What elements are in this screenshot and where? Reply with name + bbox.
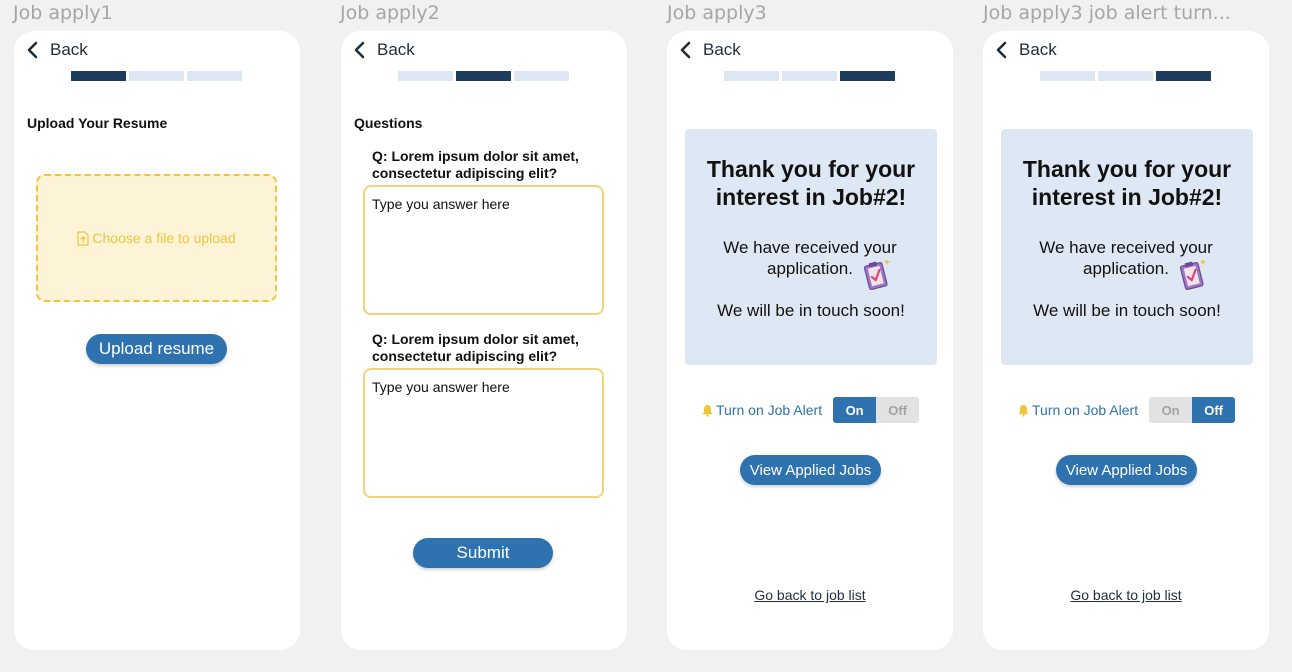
chevron-left-icon	[354, 41, 365, 59]
thank-you-title: Thank you for your interest in Job#2!	[706, 156, 916, 210]
upload-section-title: Upload Your Resume	[27, 115, 168, 131]
job-alert-row: Turn on Job Alert On Off	[701, 397, 920, 423]
screen-upload-resume: Back Upload Your Resume Choose a file to…	[14, 31, 300, 650]
back-label: Back	[1019, 40, 1057, 59]
screen-confirmation-alert-off: Back Thank you for your interest in Job#…	[983, 31, 1269, 650]
back-button[interactable]: Back	[995, 39, 1057, 61]
progress-step-2	[782, 71, 837, 81]
go-back-link-row: Go back to job list	[983, 587, 1269, 603]
go-back-link-row: Go back to job list	[667, 587, 953, 603]
back-button[interactable]: Back	[26, 39, 88, 61]
toggle-off-option[interactable]: Off	[1192, 397, 1236, 423]
progress-step-2	[1098, 71, 1153, 81]
question-1: Q: Lorem ipsum dolor sit amet, consectet…	[372, 148, 579, 181]
bell-icon	[702, 404, 713, 417]
progress-step-1	[71, 71, 126, 81]
back-label: Back	[703, 40, 741, 59]
touch-message: We will be in touch soon!	[1033, 301, 1221, 320]
screen-confirmation: Back Thank you for your interest in Job#…	[667, 31, 953, 650]
progress-step-1	[724, 71, 779, 81]
progress-step-3	[187, 71, 242, 81]
progress-step-3	[514, 71, 569, 81]
job-alert-toggle[interactable]: On Off	[1149, 397, 1236, 423]
bell-icon	[1018, 404, 1029, 417]
go-back-to-job-list-link[interactable]: Go back to job list	[754, 587, 865, 603]
frame-title-job-apply2: Job apply2	[340, 2, 440, 24]
back-label: Back	[377, 40, 415, 59]
thank-you-title: Thank you for your interest in Job#2!	[1022, 156, 1232, 210]
upload-resume-button[interactable]: Upload resume	[86, 334, 227, 364]
progress-indicator	[398, 71, 569, 81]
submit-button[interactable]: Submit	[413, 538, 553, 568]
back-button[interactable]: Back	[353, 39, 415, 61]
frame-title-job-apply3-alert: Job apply3 job alert turn...	[983, 2, 1231, 24]
toggle-off-option[interactable]: Off	[876, 397, 920, 423]
progress-indicator	[71, 71, 242, 81]
file-dropzone[interactable]: Choose a file to upload	[36, 174, 277, 302]
thank-you-card: Thank you for your interest in Job#2! We…	[1001, 129, 1253, 365]
frame-title-job-apply3: Job apply3	[667, 2, 767, 24]
progress-indicator	[1040, 71, 1211, 81]
back-label: Back	[50, 40, 88, 59]
chevron-left-icon	[996, 41, 1007, 59]
clipboard-check-icon	[863, 259, 890, 291]
answer-field-2[interactable]: Type you answer here	[363, 368, 604, 498]
progress-step-3	[1156, 71, 1211, 81]
progress-step-2	[456, 71, 511, 81]
dropzone-label: Choose a file to upload	[92, 230, 236, 246]
go-back-to-job-list-link[interactable]: Go back to job list	[1070, 587, 1181, 603]
job-alert-label[interactable]: Turn on Job Alert	[716, 402, 822, 418]
question-2: Q: Lorem ipsum dolor sit amet, consectet…	[372, 331, 579, 364]
job-alert-toggle[interactable]: On Off	[833, 397, 920, 423]
questions-section-title: Questions	[354, 115, 423, 131]
job-alert-label[interactable]: Turn on Job Alert	[1032, 402, 1138, 418]
file-upload-icon	[77, 230, 89, 246]
progress-step-1	[398, 71, 453, 81]
progress-indicator	[724, 71, 895, 81]
view-applied-jobs-button[interactable]: View Applied Jobs	[1056, 455, 1197, 485]
view-applied-jobs-button[interactable]: View Applied Jobs	[740, 455, 881, 485]
back-button[interactable]: Back	[679, 39, 741, 61]
progress-step-1	[1040, 71, 1095, 81]
thank-you-card: Thank you for your interest in Job#2! We…	[685, 129, 937, 365]
clipboard-check-icon	[1179, 259, 1206, 291]
frame-title-job-apply1: Job apply1	[13, 2, 113, 24]
progress-step-2	[129, 71, 184, 81]
progress-step-3	[840, 71, 895, 81]
toggle-on-option[interactable]: On	[833, 397, 877, 423]
job-alert-row: Turn on Job Alert On Off	[1017, 397, 1236, 423]
chevron-left-icon	[27, 41, 38, 59]
answer-field-1[interactable]: Type you answer here	[363, 185, 604, 315]
touch-message: We will be in touch soon!	[717, 301, 905, 320]
toggle-on-option[interactable]: On	[1149, 397, 1193, 423]
screen-questions: Back Questions Q: Lorem ipsum dolor sit …	[341, 31, 627, 650]
chevron-left-icon	[680, 41, 691, 59]
